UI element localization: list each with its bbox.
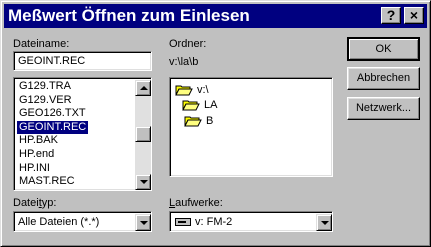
file-list-item[interactable]: MAST.REC bbox=[17, 175, 77, 188]
help-icon: ? bbox=[386, 7, 396, 23]
arrow-up-icon bbox=[140, 86, 148, 90]
chevron-down-icon bbox=[321, 221, 329, 225]
close-button[interactable]: × bbox=[404, 7, 424, 24]
folders-label: Ordner: bbox=[169, 38, 207, 50]
open-folder-icon bbox=[182, 100, 200, 111]
ok-button[interactable]: OK bbox=[347, 37, 420, 61]
title-bar: Meßwert Öffnen zum Einlesen ? × bbox=[4, 4, 427, 28]
file-list-item[interactable]: G129.TRA bbox=[17, 80, 73, 93]
filetype-label: Dateityp: bbox=[13, 197, 57, 209]
filename-value: GEOINT.REC bbox=[18, 55, 86, 67]
filename-input[interactable]: GEOINT.REC bbox=[13, 51, 152, 71]
file-list-item[interactable]: GEOINT.REC bbox=[17, 120, 89, 134]
file-list-item[interactable]: GEO126.TXT bbox=[17, 107, 88, 120]
drive-dropdown-button[interactable] bbox=[316, 214, 332, 231]
chevron-down-icon bbox=[140, 221, 148, 225]
folder-label-root: v:\ bbox=[197, 84, 209, 96]
folder-label-b: B bbox=[206, 115, 214, 127]
open-folder-icon bbox=[175, 85, 193, 96]
filename-label: Dateiname: bbox=[13, 38, 70, 50]
folder-tree[interactable]: v:\ LA B bbox=[169, 77, 333, 177]
dialog-title: Meßwert Öffnen zum Einlesen bbox=[8, 6, 250, 25]
filetype-value: Alle Dateien (*.*) bbox=[18, 216, 100, 228]
file-list[interactable]: G129.TRA G129.VER GEO126.TXT GEOINT.REC HP.B… bbox=[13, 77, 152, 191]
arrow-down-icon bbox=[140, 180, 148, 184]
help-button[interactable]: ? bbox=[381, 7, 401, 24]
file-list-scrollbar[interactable] bbox=[135, 80, 151, 190]
close-icon: × bbox=[409, 7, 419, 23]
open-folder-icon bbox=[184, 116, 202, 127]
filetype-dropdown-button[interactable] bbox=[135, 214, 151, 231]
filetype-select[interactable]: Alle Dateien (*.*) bbox=[13, 211, 152, 232]
drive-icon bbox=[175, 218, 191, 226]
scroll-up-button[interactable] bbox=[135, 80, 151, 96]
scroll-down-button[interactable] bbox=[135, 174, 151, 190]
file-list-item[interactable]: G129.VER bbox=[17, 94, 74, 107]
drive-value: v: FM-2 bbox=[195, 216, 233, 228]
current-path: v:\la\b bbox=[169, 56, 199, 68]
drives-label: Laufwerke: bbox=[169, 197, 223, 209]
file-list-item[interactable]: HP.INI bbox=[17, 162, 52, 175]
file-list-item[interactable]: HP.BAK bbox=[17, 134, 60, 147]
folder-label-la: LA bbox=[204, 99, 218, 111]
scroll-thumb[interactable] bbox=[135, 126, 151, 142]
network-button[interactable]: Netzwerk... bbox=[347, 97, 420, 120]
drive-select[interactable]: v: FM-2 bbox=[169, 211, 333, 232]
file-list-item[interactable]: HP.end bbox=[17, 148, 56, 161]
cancel-button[interactable]: Abbrechen bbox=[347, 67, 420, 90]
open-dialog: Meßwert Öffnen zum Einlesen ? × Dateinam… bbox=[0, 0, 431, 247]
